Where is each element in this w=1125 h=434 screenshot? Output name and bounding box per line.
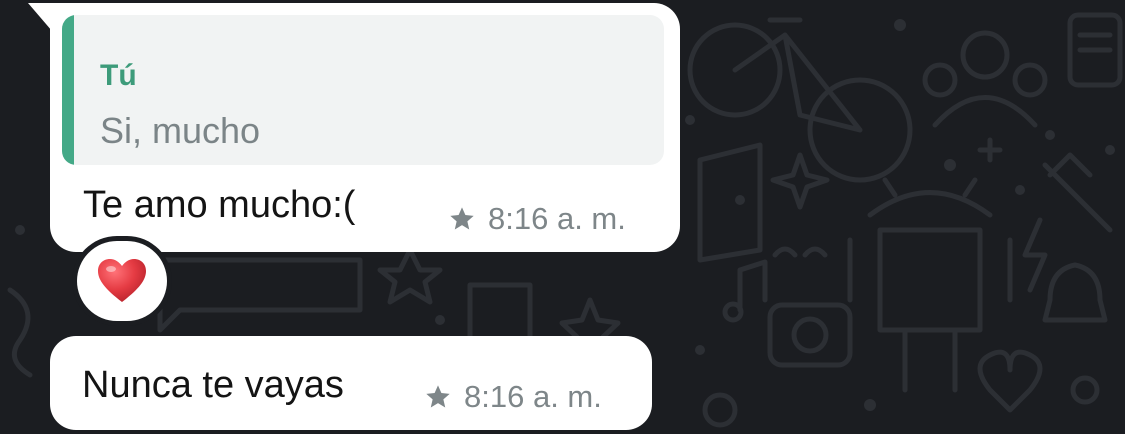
message-bubble-tail [28,3,52,31]
message-bubble[interactable]: Tú Si, mucho Te amo mucho:( 8:16 a. m. [50,3,680,252]
bell-icon [1042,262,1108,323]
message-time: 8:16 a. m. [488,201,626,236]
message-meta: 8:16 a. m. [448,201,626,237]
message-time: 8:16 a. m. [464,379,602,414]
sparkle-icon [770,152,830,210]
lightning-icon [1022,217,1048,293]
star-icon [450,207,474,230]
music-note-icon [737,259,768,313]
guitar-icon [1042,152,1113,233]
message-text: Te amo mucho:( [83,184,356,226]
message-bubble[interactable]: Nunca te vayas 8:16 a. m. [50,336,652,430]
heart-outline-icon [977,349,1043,413]
red-heart-icon [98,259,146,302]
chat-bubble-icon [157,257,363,333]
message-text: Nunca te vayas [82,364,344,406]
reply-author: Tú [100,59,137,92]
open-book-icon [697,142,763,263]
camera-icon [767,302,853,368]
star-icon [426,385,450,408]
clip-icon [7,287,33,378]
message-meta: 8:16 a. m. [424,379,602,415]
reply-text: Si, mucho [100,110,261,151]
reply-accent-bar [62,15,74,165]
avatar-group-icon [960,30,1010,80]
reply-quote[interactable]: Tú Si, mucho [62,15,664,165]
reaction-badge[interactable] [77,241,167,321]
quote-mark-icon [772,246,828,258]
